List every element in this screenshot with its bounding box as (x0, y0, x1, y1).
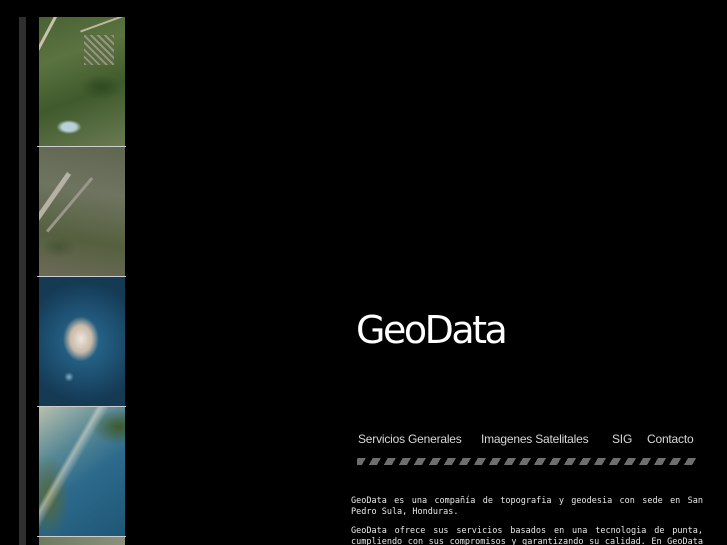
satellite-image-partial[interactable] (39, 537, 125, 545)
nav-sig[interactable]: SIG (612, 431, 632, 447)
nav-servicios-generales[interactable]: Servicios Generales (358, 431, 462, 447)
intro-paragraph: GeoData ofrece sus servicios basados en … (351, 526, 703, 545)
satellite-gallery (37, 17, 126, 545)
nav-imagenes-satelitales[interactable]: Imagenes Satelitales (481, 431, 589, 447)
intro-text: GeoData es una compañía de topografia y … (351, 496, 703, 545)
shoreline-shape (39, 407, 125, 536)
runway-shape (46, 177, 94, 233)
dashed-divider (357, 458, 699, 465)
satellite-image-town[interactable] (39, 17, 125, 146)
buildings-shape (84, 35, 114, 65)
road-shape (39, 17, 62, 141)
nav-contacto[interactable]: Contacto (647, 431, 694, 447)
satellite-image-island[interactable] (39, 277, 125, 406)
intro-paragraph: GeoData es una compañía de topografia y … (351, 496, 703, 517)
page: GeoData Servicios Generales Imagenes Sat… (0, 0, 727, 545)
brand-logo[interactable]: GeoData (356, 304, 508, 356)
left-rail (19, 17, 26, 545)
main-nav: Servicios Generales Imagenes Satelitales… (358, 431, 703, 449)
runway-shape (39, 172, 72, 253)
satellite-image-airstrip[interactable] (39, 147, 125, 276)
road-shape (80, 17, 125, 33)
satellite-image-coast[interactable] (39, 407, 125, 536)
